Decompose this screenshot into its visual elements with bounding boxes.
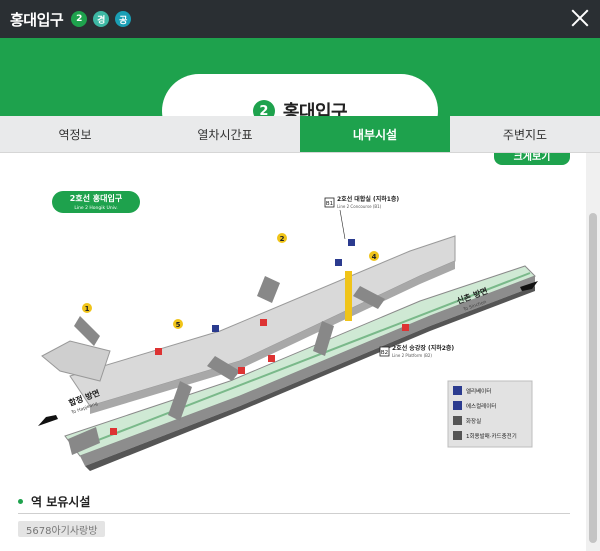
b1-label: 2호선 대합실 (지하1층) xyxy=(337,195,399,203)
exit-2-label: 2 xyxy=(280,235,285,243)
b2-label: 2호선 승강장 (지하2층) xyxy=(392,344,454,352)
facilities-heading: 역 보유시설 xyxy=(18,490,570,514)
enlarge-button[interactable]: 크게보기 xyxy=(494,153,570,165)
exit-5-label: 5 xyxy=(176,321,181,329)
legend-ticket-machine: 1회용발매·카드충전기 xyxy=(466,432,517,440)
line-2-badge: 2 xyxy=(71,11,88,27)
exit-1-label: 1 xyxy=(85,305,90,313)
vertical-scrollbar[interactable] xyxy=(586,153,600,551)
b1-sub: Line 2 Concourse (B1) xyxy=(337,204,382,209)
tab-station-info[interactable]: 역정보 xyxy=(0,116,150,152)
b2-code: B2 xyxy=(381,350,388,356)
tab-timetable[interactable]: 열차시간표 xyxy=(150,116,300,152)
content-area: 크게보기 1 2 4 5 2호선 홍대입구 Line 2 Hongik Univ… xyxy=(0,153,586,551)
station-floor-map[interactable]: 1 2 4 5 2호선 홍대입구 Line 2 Hongik Univ. B1 … xyxy=(0,181,586,481)
scrollbar-thumb[interactable] xyxy=(589,213,597,543)
map-station-tag-en: Line 2 Hongik Univ. xyxy=(74,205,117,211)
legend-restroom: 화장실 xyxy=(466,417,481,425)
station-header: 2 홍대입구 xyxy=(0,38,600,148)
legend-escalator: 에스컬레이터 xyxy=(466,402,496,410)
title-bar: 홍대입구 2 경 공 xyxy=(0,0,600,38)
window-title: 홍대입구 xyxy=(10,10,64,29)
close-icon[interactable] xyxy=(568,6,592,30)
tab-nearby-map[interactable]: 주변지도 xyxy=(450,116,600,152)
map-station-tag: 2호선 홍대입구 xyxy=(70,193,123,203)
exit-4-label: 4 xyxy=(372,253,377,261)
legend-elevator: 엘리베이터 xyxy=(466,387,491,395)
tab-facilities[interactable]: 내부시설 xyxy=(300,116,450,152)
b1-code: B1 xyxy=(326,201,333,207)
b2-sub: Line 2 Platform (B2) xyxy=(392,353,432,358)
transfer-badge-1: 경 xyxy=(93,11,110,27)
bullet-icon xyxy=(18,499,23,504)
transfer-badge-2: 공 xyxy=(115,11,132,27)
facility-chip: 5678아기사랑방 xyxy=(18,521,106,537)
facilities-heading-label: 역 보유시설 xyxy=(31,495,91,509)
tab-bar: 역정보 열차시간표 내부시설 주변지도 xyxy=(0,116,600,153)
